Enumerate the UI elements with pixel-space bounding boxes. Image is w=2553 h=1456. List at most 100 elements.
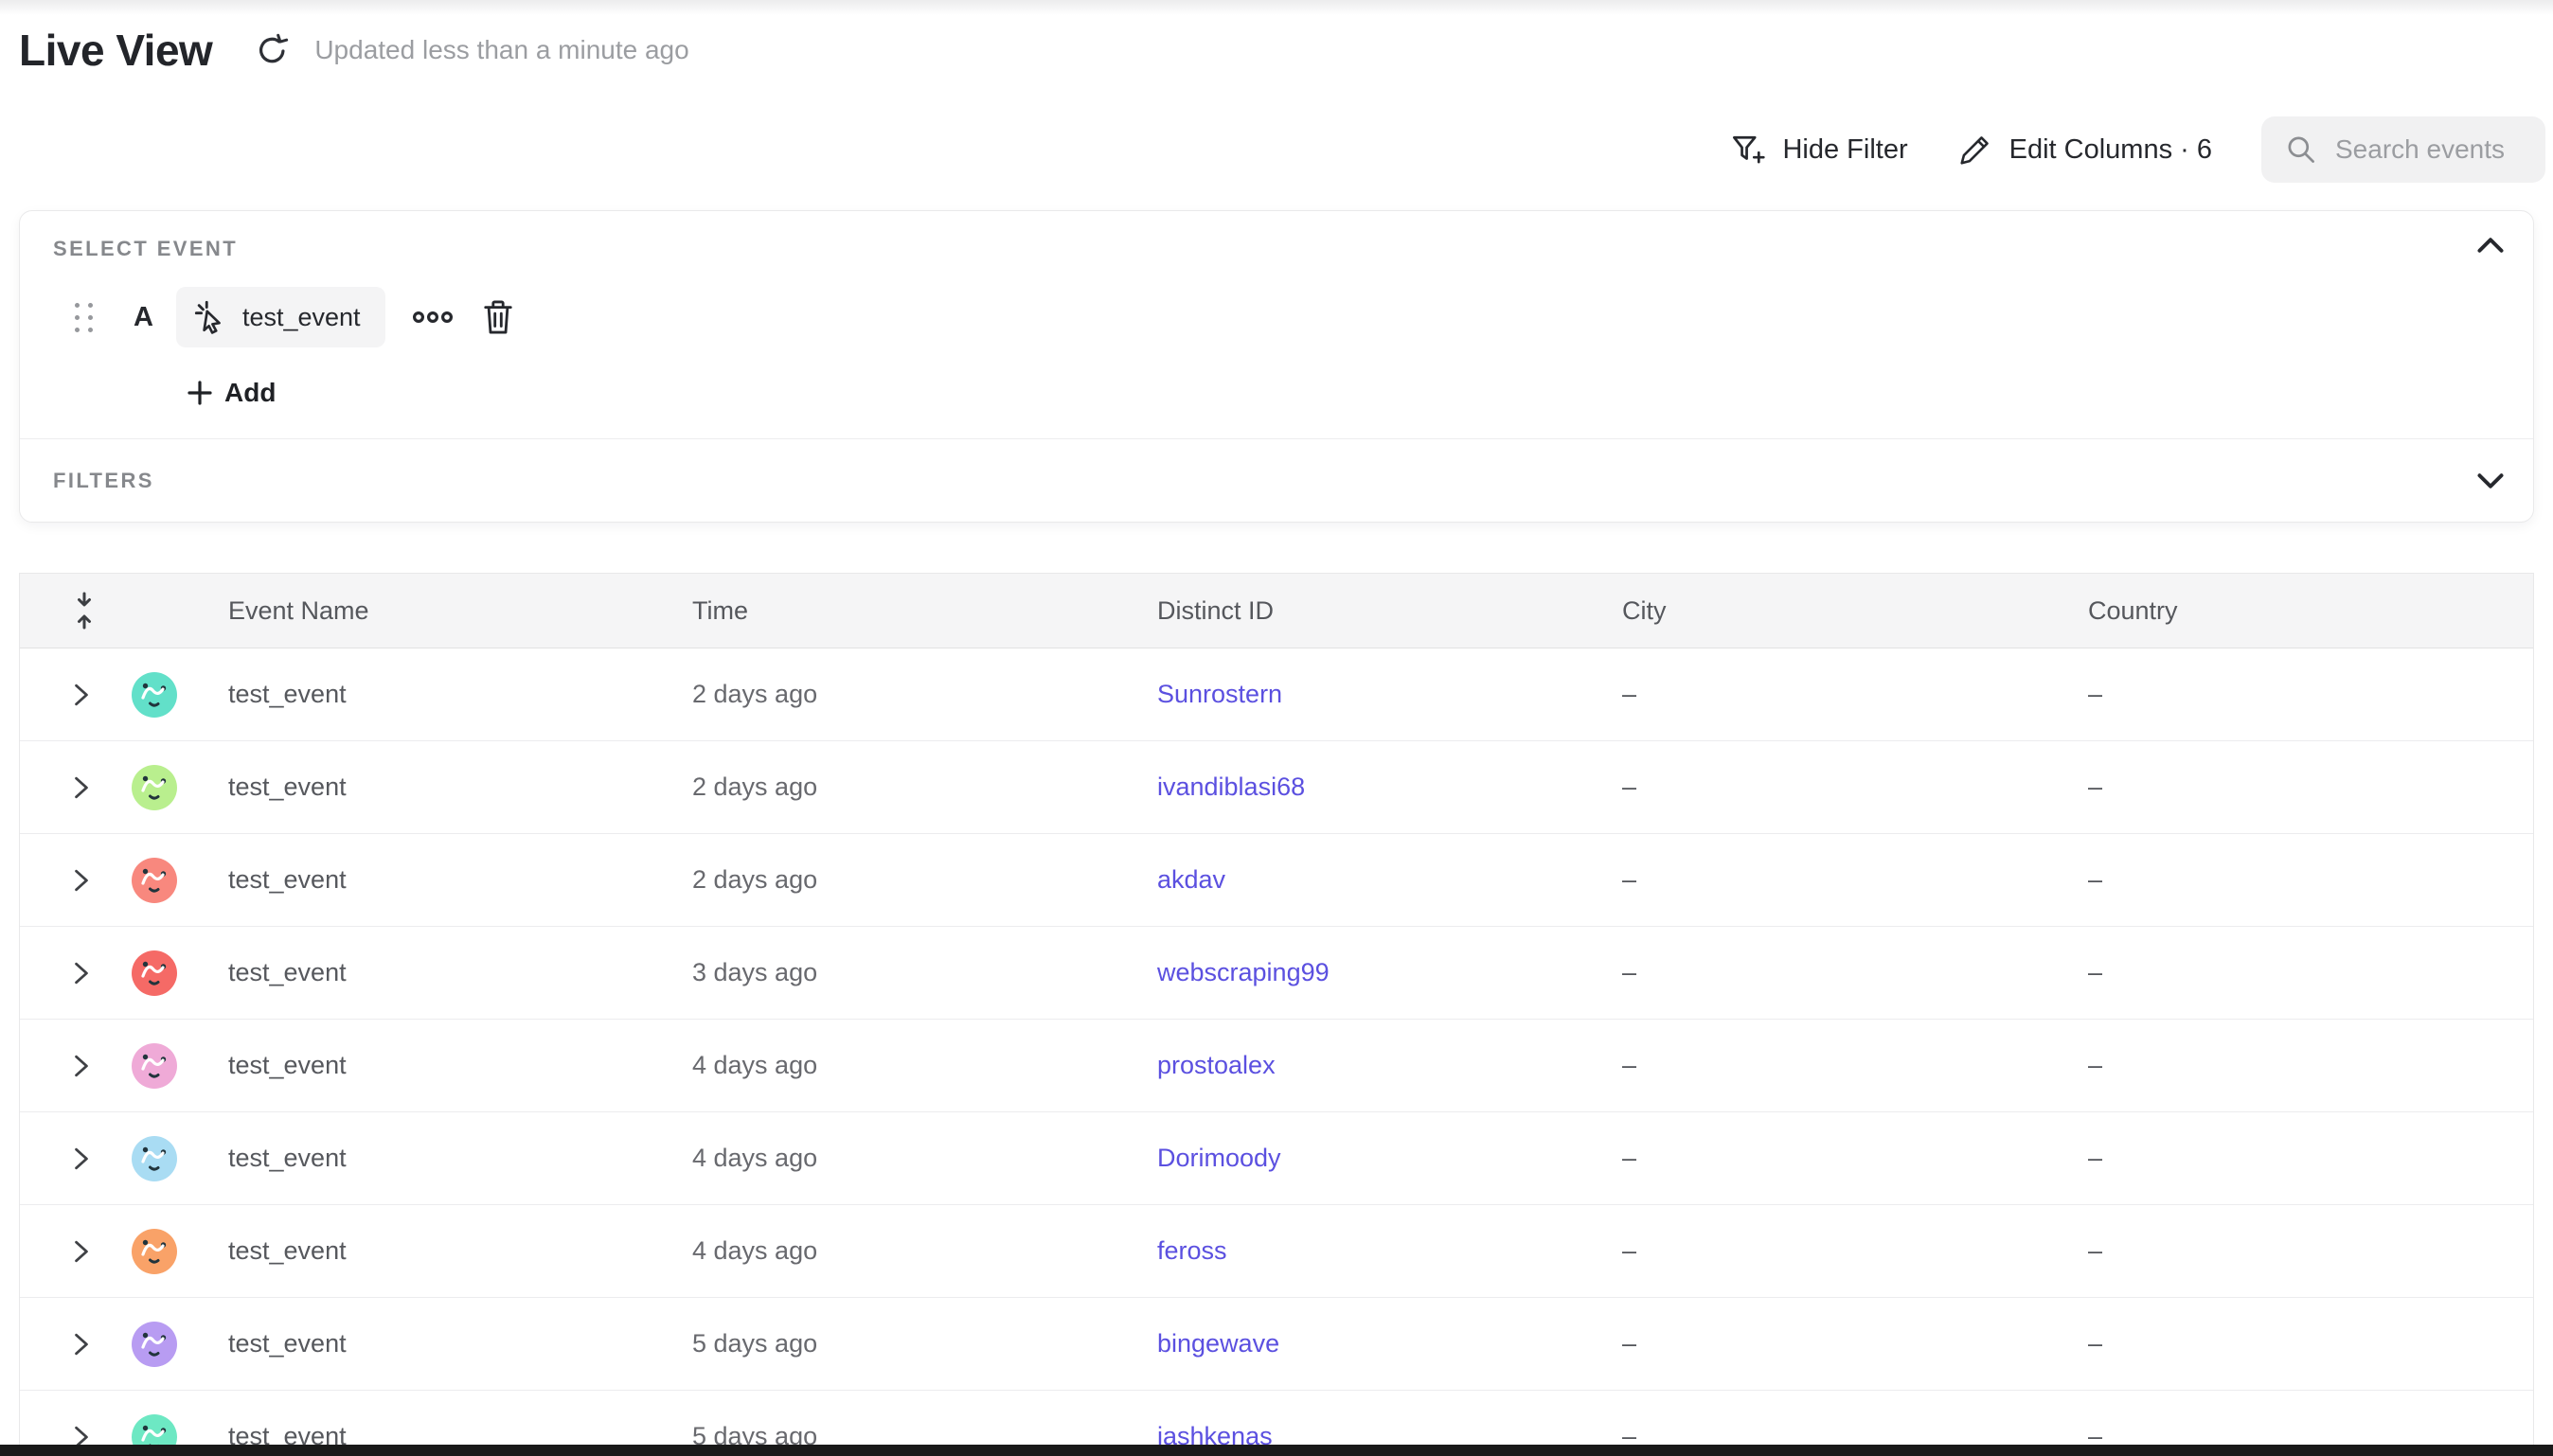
cursor-click-icon [193, 299, 229, 335]
step-label: A [134, 302, 153, 333]
event-name-cell: test_event [228, 865, 692, 895]
event-name-cell: test_event [228, 1329, 692, 1358]
event-pill[interactable]: test_event [176, 287, 385, 347]
edit-columns-label: Edit Columns · 6 [2009, 134, 2212, 166]
collapse-rows-button[interactable] [73, 592, 96, 630]
add-event-button[interactable]: Add [183, 374, 279, 412]
country-cell: – [2088, 1236, 2533, 1266]
distinct-id-link[interactable]: ivandiblasi68 [1157, 772, 1305, 801]
filters-row[interactable]: FILTERS [20, 439, 2533, 522]
event-name-cell: test_event [228, 1236, 692, 1266]
expand-row-button[interactable] [73, 683, 90, 707]
event-name-cell: test_event [228, 1144, 692, 1173]
country-cell: – [2088, 1329, 2533, 1358]
table-row: test_event 4 days ago Dorimoody – – [20, 1112, 2533, 1205]
select-event-label: SELECT EVENT [53, 237, 238, 261]
page-header: Live View Updated less than a minute ago [19, 25, 689, 76]
collapse-section-button[interactable] [2473, 232, 2508, 258]
avatar [132, 950, 177, 996]
refresh-button[interactable] [252, 29, 294, 71]
chevron-right-icon [73, 775, 90, 800]
more-options-button[interactable] [410, 304, 455, 330]
table-row: test_event 4 days ago prostoalex – – [20, 1020, 2533, 1112]
plus-icon [187, 380, 213, 406]
page-title: Live View [19, 25, 212, 76]
filter-plus-icon [1728, 131, 1766, 169]
delete-event-button[interactable] [480, 296, 516, 338]
expand-row-button[interactable] [73, 1054, 90, 1078]
collapse-rows-icon [73, 592, 96, 630]
event-name-cell: test_event [228, 958, 692, 987]
distinct-id-link[interactable]: webscraping99 [1157, 958, 1330, 986]
avatar [132, 1229, 177, 1274]
expand-row-button[interactable] [73, 868, 90, 893]
filters-label: FILTERS [53, 469, 154, 493]
event-pill-label: test_event [242, 303, 361, 332]
table-row: test_event 2 days ago ivandiblasi68 – – [20, 741, 2533, 834]
avatar [132, 858, 177, 903]
bottom-bar [0, 1445, 2553, 1456]
events-table: Event Name Time Distinct ID City Country [19, 573, 2534, 1456]
time-cell: 2 days ago [692, 680, 1157, 709]
chevron-right-icon [73, 1146, 90, 1171]
table-row: test_event 3 days ago webscraping99 – – [20, 927, 2533, 1020]
pencil-icon [1957, 132, 1993, 168]
expand-row-button[interactable] [73, 1239, 90, 1264]
city-cell: – [1622, 772, 2088, 802]
avatar [132, 1136, 177, 1181]
expand-row-button[interactable] [73, 775, 90, 800]
city-cell: – [1622, 1051, 2088, 1080]
table-body: test_event 2 days ago Sunrostern – – [20, 648, 2533, 1456]
distinct-id-link[interactable]: prostoalex [1157, 1051, 1276, 1079]
filters-expand-button[interactable] [2473, 468, 2508, 494]
table-row: test_event 2 days ago akdav – – [20, 834, 2533, 927]
country-cell: – [2088, 1051, 2533, 1080]
chevron-right-icon [73, 868, 90, 893]
event-name-cell: test_event [228, 1051, 692, 1080]
city-cell: – [1622, 680, 2088, 709]
column-header-city[interactable]: City [1622, 596, 2088, 626]
country-cell: – [2088, 772, 2533, 802]
time-cell: 3 days ago [692, 958, 1157, 987]
search-box[interactable] [2261, 116, 2545, 183]
avatar [132, 1322, 177, 1367]
country-cell: – [2088, 680, 2533, 709]
time-cell: 4 days ago [692, 1144, 1157, 1173]
expand-row-button[interactable] [73, 961, 90, 985]
time-cell: 5 days ago [692, 1329, 1157, 1358]
search-input[interactable] [2333, 133, 2523, 166]
avatar [132, 1043, 177, 1089]
time-cell: 4 days ago [692, 1051, 1157, 1080]
table-header: Event Name Time Distinct ID City Country [20, 574, 2533, 648]
table-row: test_event 2 days ago Sunrostern – – [20, 648, 2533, 741]
expand-row-button[interactable] [73, 1146, 90, 1171]
distinct-id-link[interactable]: akdav [1157, 865, 1225, 894]
distinct-id-link[interactable]: bingewave [1157, 1329, 1279, 1358]
column-header-country[interactable]: Country [2088, 596, 2533, 626]
edit-columns-button[interactable]: Edit Columns · 6 [1957, 132, 2212, 168]
hide-filter-label: Hide Filter [1782, 134, 1907, 166]
distinct-id-link[interactable]: Sunrostern [1157, 680, 1282, 708]
column-header-time[interactable]: Time [692, 596, 1157, 626]
column-header-distinct-id[interactable]: Distinct ID [1157, 596, 1622, 626]
city-cell: – [1622, 1236, 2088, 1266]
chevron-right-icon [73, 1239, 90, 1264]
table-row: test_event 5 days ago bingewave – – [20, 1298, 2533, 1391]
drag-handle-icon[interactable] [75, 303, 93, 332]
city-cell: – [1622, 958, 2088, 987]
distinct-id-link[interactable]: feross [1157, 1236, 1227, 1265]
search-icon [2284, 133, 2318, 167]
trash-icon [482, 298, 514, 336]
chevron-right-icon [73, 683, 90, 707]
toolbar: Hide Filter Edit Columns · 6 [1728, 115, 2545, 184]
hide-filter-button[interactable]: Hide Filter [1728, 131, 1907, 169]
chevron-down-icon [2476, 471, 2505, 490]
chevron-up-icon [2476, 236, 2505, 255]
distinct-id-link[interactable]: Dorimoody [1157, 1144, 1281, 1172]
column-header-event-name[interactable]: Event Name [228, 596, 692, 626]
updated-text: Updated less than a minute ago [314, 35, 688, 65]
city-cell: – [1622, 1329, 2088, 1358]
expand-row-button[interactable] [73, 1332, 90, 1357]
time-cell: 2 days ago [692, 772, 1157, 802]
table-row: test_event 4 days ago feross – – [20, 1205, 2533, 1298]
